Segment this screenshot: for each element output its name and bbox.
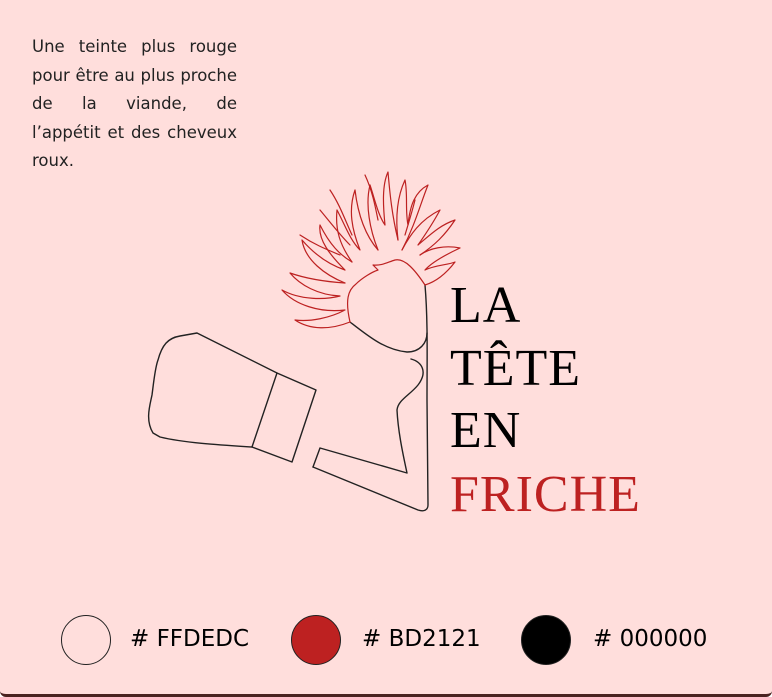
swatch-label-pink: # FFDEDC: [130, 626, 250, 652]
swatch-pink: [61, 615, 111, 665]
logo-title-line-4: FRICHE: [450, 466, 641, 523]
logo-illustration: [147, 171, 461, 512]
logo-title-line-3: EN: [450, 402, 522, 459]
swatch-black: [521, 615, 571, 665]
swatch-label-black: # 000000: [593, 626, 708, 652]
swatch-label-red: # BD2121: [362, 626, 481, 652]
fist-icon: [147, 284, 429, 512]
hair-icon: [281, 171, 461, 329]
swatch-red: [291, 615, 341, 665]
logo-title-line-2: TÊTE: [450, 340, 582, 397]
color-palette-card: Une teinte plus rouge pour être au plus …: [0, 0, 772, 697]
logo-title-line-1: LA: [450, 277, 522, 334]
